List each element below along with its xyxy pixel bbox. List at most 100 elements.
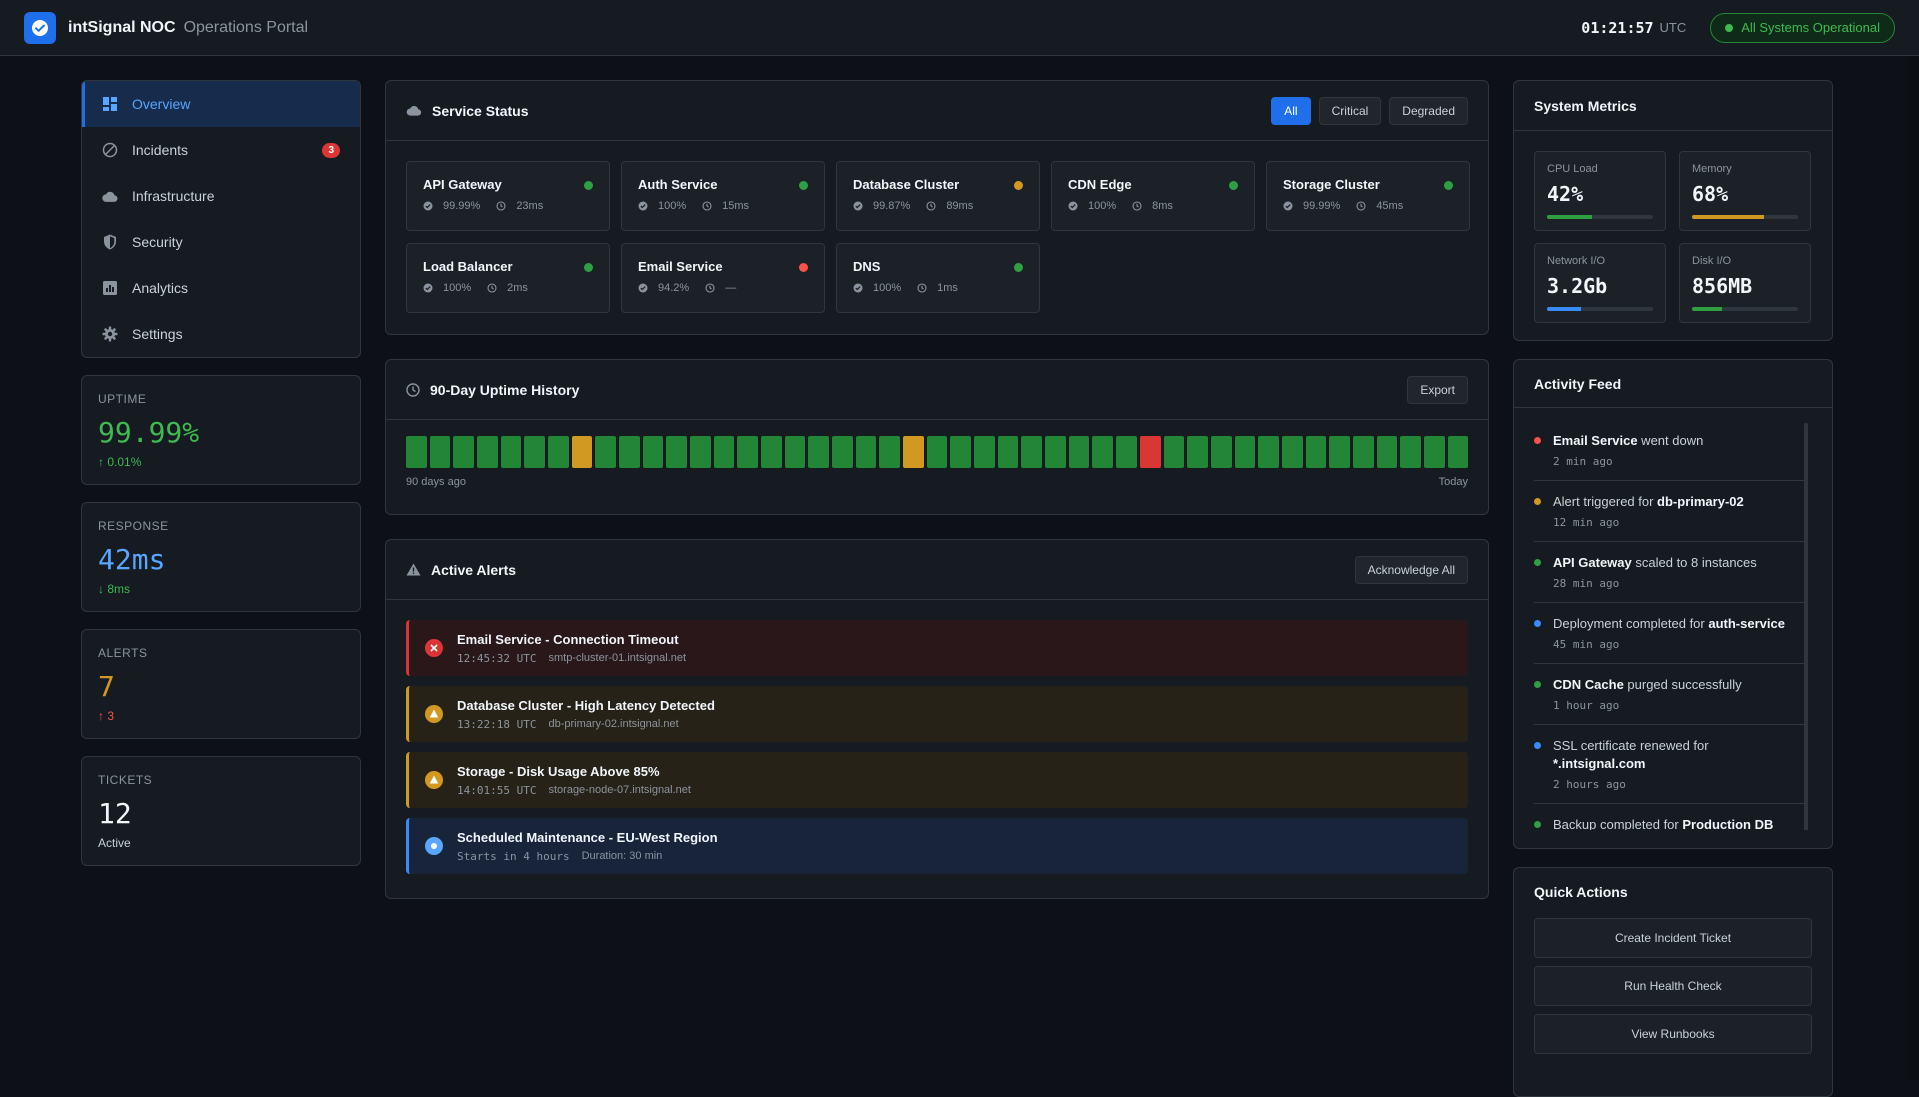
- service-card[interactable]: Auth Service 100% 15ms: [621, 161, 825, 231]
- uptime-day-bar[interactable]: [1234, 436, 1256, 468]
- uptime-day-bar[interactable]: [1068, 436, 1090, 468]
- feed-time: 1 hour ago: [1553, 699, 1620, 712]
- service-card[interactable]: Load Balancer 100% 2ms: [406, 243, 610, 313]
- uptime-day-bar[interactable]: [784, 436, 806, 468]
- sidebar-item-security[interactable]: Security: [82, 219, 360, 265]
- sidebar-item-analytics[interactable]: Analytics: [82, 265, 360, 311]
- service-name: Email Service: [638, 259, 723, 274]
- uptime-day-bar[interactable]: [453, 436, 475, 468]
- uptime-day-bar[interactable]: [595, 436, 617, 468]
- uptime-day-bar[interactable]: [808, 436, 830, 468]
- create-incident-ticket-button[interactable]: Create Incident Ticket: [1534, 918, 1812, 958]
- uptime-day-bar[interactable]: [1045, 436, 1066, 468]
- alert-item[interactable]: Storage - Disk Usage Above 85% 14:01:55 U…: [406, 752, 1468, 808]
- uptime-day-bar[interactable]: [571, 436, 593, 468]
- service-card[interactable]: Email Service 94.2% —: [621, 243, 825, 313]
- uptime-day-bar[interactable]: [500, 436, 522, 468]
- uptime-day-bar[interactable]: [429, 436, 451, 468]
- filter-all-button[interactable]: All: [1271, 96, 1311, 125]
- feed-scrollbar[interactable]: [1804, 423, 1808, 830]
- sidebar-item-label: Overview: [132, 96, 191, 112]
- feed-item[interactable]: Alert triggered for db-primary-02 12 min …: [1534, 481, 1804, 542]
- page-scrollbar[interactable]: [1908, 56, 1919, 1079]
- service-card[interactable]: DNS 100% 1ms: [836, 243, 1040, 313]
- uptime-day-bar[interactable]: [950, 436, 972, 468]
- view-runbooks-button[interactable]: View Runbooks: [1534, 1014, 1812, 1054]
- uptime-day-bar[interactable]: [406, 436, 427, 468]
- uptime-day-bar[interactable]: [1352, 436, 1374, 468]
- uptime-day-bar[interactable]: [524, 436, 546, 468]
- sidebar-item-settings[interactable]: Settings: [82, 311, 360, 357]
- uptime-day-bar[interactable]: [974, 436, 995, 468]
- metric-card: CPU Load 42%: [1534, 151, 1666, 231]
- uptime-day-bar[interactable]: [666, 436, 688, 468]
- uptime-day-bar[interactable]: [713, 436, 735, 468]
- service-meta: 100% 1ms: [853, 282, 1023, 294]
- uptime-day-bar[interactable]: [619, 436, 640, 468]
- check-circle-icon: [1283, 201, 1298, 211]
- warning-icon: [425, 771, 443, 789]
- panel-title: System Metrics: [1534, 97, 1637, 114]
- feed-item[interactable]: SSL certificate renewed for *.intsignal.…: [1534, 725, 1804, 804]
- uptime-day-bar[interactable]: [548, 436, 569, 468]
- uptime-day-bar[interactable]: [1447, 436, 1469, 468]
- uptime-day-bar[interactable]: [1281, 436, 1303, 468]
- sidebar-item-overview[interactable]: Overview: [82, 81, 360, 127]
- feed-item[interactable]: Deployment completed for auth-service 45 …: [1534, 603, 1804, 664]
- uptime-day-bar[interactable]: [1139, 436, 1161, 468]
- uptime-day-bar[interactable]: [1210, 436, 1232, 468]
- alert-item[interactable]: Email Service - Connection Timeout 12:45:…: [406, 620, 1468, 676]
- alert-item[interactable]: Database Cluster - High Latency Detected…: [406, 686, 1468, 742]
- service-name: Storage Cluster: [1283, 177, 1380, 192]
- uptime-day-bar[interactable]: [642, 436, 664, 468]
- uptime-day-bar[interactable]: [855, 436, 877, 468]
- uptime-day-bar[interactable]: [1021, 436, 1043, 468]
- service-meta: 99.87% 89ms: [853, 200, 1023, 212]
- feed-item[interactable]: CDN Cache purged successfully 1 hour ago: [1534, 664, 1804, 725]
- uptime-day-bar[interactable]: [1187, 436, 1208, 468]
- uptime-day-bar[interactable]: [1092, 436, 1114, 468]
- feed-item[interactable]: API Gateway scaled to 8 instances 28 min …: [1534, 542, 1804, 603]
- uptime-day-bar[interactable]: [832, 436, 853, 468]
- uptime-day-bar[interactable]: [1258, 436, 1279, 468]
- uptime-day-bar[interactable]: [1116, 436, 1137, 468]
- uptime-day-bar[interactable]: [903, 436, 924, 468]
- feed-time: 2 min ago: [1553, 455, 1613, 468]
- uptime-day-bar[interactable]: [1329, 436, 1350, 468]
- feed-item[interactable]: Backup completed for Production DB3 hour…: [1534, 804, 1804, 830]
- sidebar-item-label: Infrastructure: [132, 188, 215, 204]
- uptime-day-bar[interactable]: [1423, 436, 1445, 468]
- service-card[interactable]: API Gateway 99.99% 23ms: [406, 161, 610, 231]
- alert-item[interactable]: Scheduled Maintenance - EU-West Region St…: [406, 818, 1468, 874]
- uptime-day-bar[interactable]: [1400, 436, 1421, 468]
- uptime-day-bar[interactable]: [737, 436, 759, 468]
- service-card[interactable]: CDN Edge 100% 8ms: [1051, 161, 1255, 231]
- uptime-day-bar[interactable]: [926, 436, 948, 468]
- timer-icon: [926, 201, 941, 211]
- service-latency-value: 23ms: [516, 200, 544, 212]
- activity-feed-list[interactable]: Email Service went down 2 min ago Alert tr…: [1514, 408, 1832, 830]
- sidebar-item-incidents[interactable]: Incidents 3: [82, 127, 360, 173]
- service-card[interactable]: Database Cluster 99.87% 89ms: [836, 161, 1040, 231]
- service-meta: 100% 8ms: [1068, 200, 1238, 212]
- uptime-day-bar[interactable]: [1163, 436, 1185, 468]
- filter-critical-button[interactable]: Critical: [1318, 96, 1382, 125]
- sidebar-item-infrastructure[interactable]: Infrastructure: [82, 173, 360, 219]
- acknowledge-all-button[interactable]: Acknowledge All: [1354, 555, 1468, 584]
- feed-item[interactable]: Email Service went down 2 min ago: [1534, 420, 1804, 481]
- cloud-icon: [406, 105, 422, 116]
- uptime-day-bar[interactable]: [477, 436, 498, 468]
- service-card[interactable]: Storage Cluster 99.99% 45ms: [1266, 161, 1470, 231]
- filter-degraded-button[interactable]: Degraded: [1389, 96, 1468, 125]
- uptime-day-bar[interactable]: [879, 436, 901, 468]
- uptime-day-bar[interactable]: [761, 436, 782, 468]
- export-button[interactable]: Export: [1407, 375, 1468, 404]
- uptime-day-bar[interactable]: [690, 436, 711, 468]
- uptime-day-bar[interactable]: [1376, 436, 1398, 468]
- service-uptime-value: 99.87%: [873, 200, 911, 212]
- uptime-day-bar[interactable]: [997, 436, 1019, 468]
- uptime-day-bar[interactable]: [1305, 436, 1327, 468]
- run-health-check-button[interactable]: Run Health Check: [1534, 966, 1812, 1006]
- service-uptime: 99.87%: [853, 200, 910, 212]
- system-status-badge[interactable]: All Systems Operational: [1710, 12, 1895, 43]
